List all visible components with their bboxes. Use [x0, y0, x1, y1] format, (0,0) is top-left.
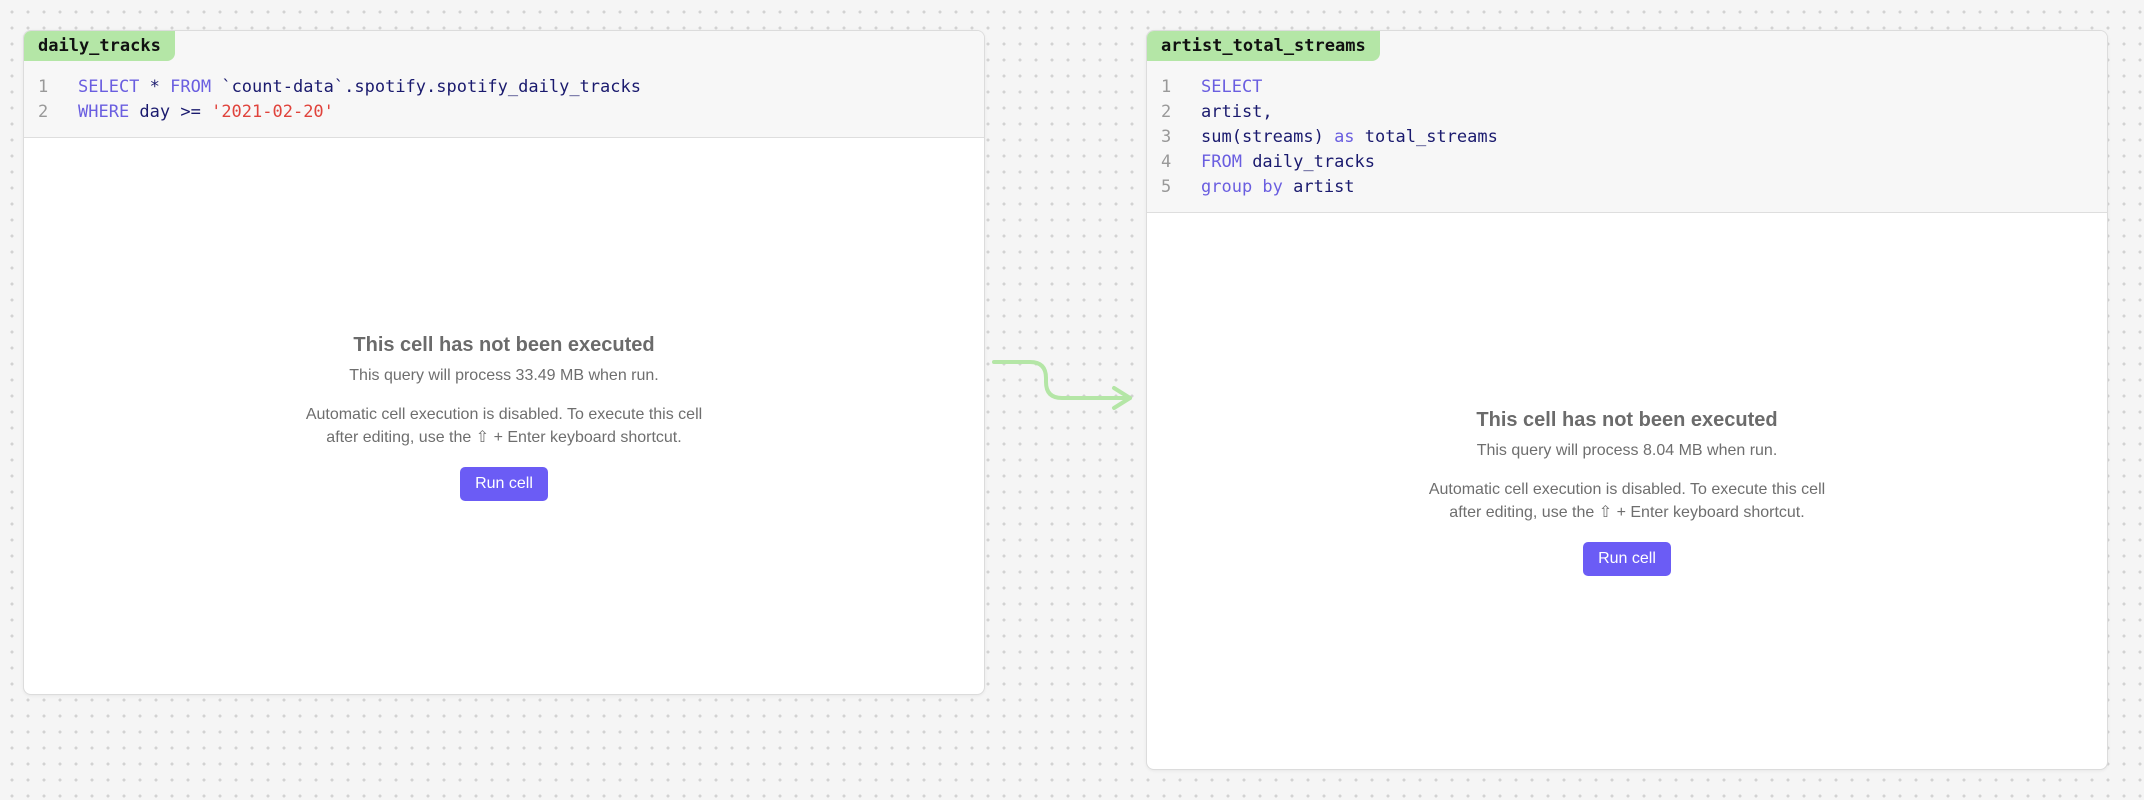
code-line[interactable]: 2 artist,: [1147, 100, 2107, 125]
line-number: 3: [1161, 127, 1172, 147]
cell-editor[interactable]: artist_total_streams 1 SELECT 2 artist, 3 sum…: [1147, 31, 2107, 213]
query-cell-artist-total-streams: artist_total_streams 1 SELECT 2 artist, 3 sum…: [1146, 30, 2108, 770]
status-title: This cell has not been executed: [1476, 409, 1778, 431]
code-token: as: [1334, 127, 1355, 147]
code-line[interactable]: 5 group by artist: [1147, 175, 2107, 200]
code-line[interactable]: 1 SELECT: [1147, 75, 2107, 100]
code-text: SELECT * FROM `count-data`.spotify.spoti…: [78, 75, 641, 100]
dependency-arrow-icon: [992, 360, 1132, 410]
code-token: FROM: [170, 77, 212, 97]
code-line[interactable]: 4 FROM daily_tracks: [1147, 150, 2107, 175]
code-text: SELECT: [1201, 75, 1262, 100]
code-line[interactable]: 2 WHERE day >= '2021-02-20': [24, 100, 984, 125]
line-number: 1: [38, 77, 49, 97]
code-token: FROM: [1201, 152, 1242, 172]
cell-output-area: This cell has not been executed This que…: [1147, 216, 2107, 769]
code-token: group by: [1201, 177, 1283, 197]
code-editor[interactable]: 1 SELECT * FROM `count-data`.spotify.spot…: [24, 61, 984, 137]
code-text: group by artist: [1201, 175, 1355, 200]
code-text: sum(streams) as total_streams: [1201, 125, 1498, 150]
line-number: 4: [1161, 152, 1172, 172]
code-editor[interactable]: 1 SELECT 2 artist, 3 sum(streams) as total_st…: [1147, 61, 2107, 212]
code-line[interactable]: 3 sum(streams) as total_streams: [1147, 125, 2107, 150]
code-token: artist: [1282, 177, 1355, 197]
process-estimate: This query will process 33.49 MB when ru…: [349, 367, 659, 384]
code-token: SELECT: [78, 77, 140, 97]
cell-name-tag[interactable]: artist_total_streams: [1147, 31, 1380, 61]
code-token: '2021-02-20': [211, 102, 334, 122]
code-text: artist,: [1201, 100, 1273, 125]
line-number: 2: [38, 102, 49, 122]
cell-editor[interactable]: daily_tracks 1 SELECT * FROM `count-data`…: [24, 31, 984, 138]
code-token: artist,: [1201, 102, 1273, 122]
query-cell-daily-tracks: daily_tracks 1 SELECT * FROM `count-data`…: [23, 30, 985, 695]
code-line[interactable]: 1 SELECT * FROM `count-data`.spotify.spot…: [24, 75, 984, 100]
run-cell-button[interactable]: Run cell: [1583, 542, 1671, 576]
status-title: This cell has not been executed: [353, 334, 655, 356]
not-executed-notice: This cell has not been executed This que…: [294, 334, 714, 501]
code-token: `count-data`.spotify.spotify_daily_track…: [211, 77, 641, 97]
not-executed-notice: This cell has not been executed This que…: [1417, 409, 1837, 576]
code-text: WHERE day >= '2021-02-20': [78, 100, 334, 125]
code-token: SELECT: [1201, 77, 1263, 97]
line-number: 2: [1161, 102, 1172, 122]
line-number: 5: [1161, 177, 1172, 197]
auto-execution-message: Automatic cell execution is disabled. To…: [1428, 481, 1826, 521]
code-token: WHERE: [78, 102, 130, 122]
code-token: sum(streams): [1201, 127, 1335, 147]
code-token: day >=: [129, 102, 212, 122]
code-token: daily_tracks: [1241, 152, 1376, 172]
auto-execution-message: Automatic cell execution is disabled. To…: [305, 406, 703, 446]
code-token: *: [139, 77, 171, 97]
cell-name-tag[interactable]: daily_tracks: [24, 31, 175, 61]
run-cell-button[interactable]: Run cell: [460, 467, 548, 501]
process-estimate: This query will process 8.04 MB when run…: [1476, 442, 1778, 459]
cell-output-area: This cell has not been executed This que…: [24, 141, 984, 694]
code-text: FROM daily_tracks: [1201, 150, 1375, 175]
code-token: total_streams: [1354, 127, 1498, 147]
line-number: 1: [1161, 77, 1172, 97]
